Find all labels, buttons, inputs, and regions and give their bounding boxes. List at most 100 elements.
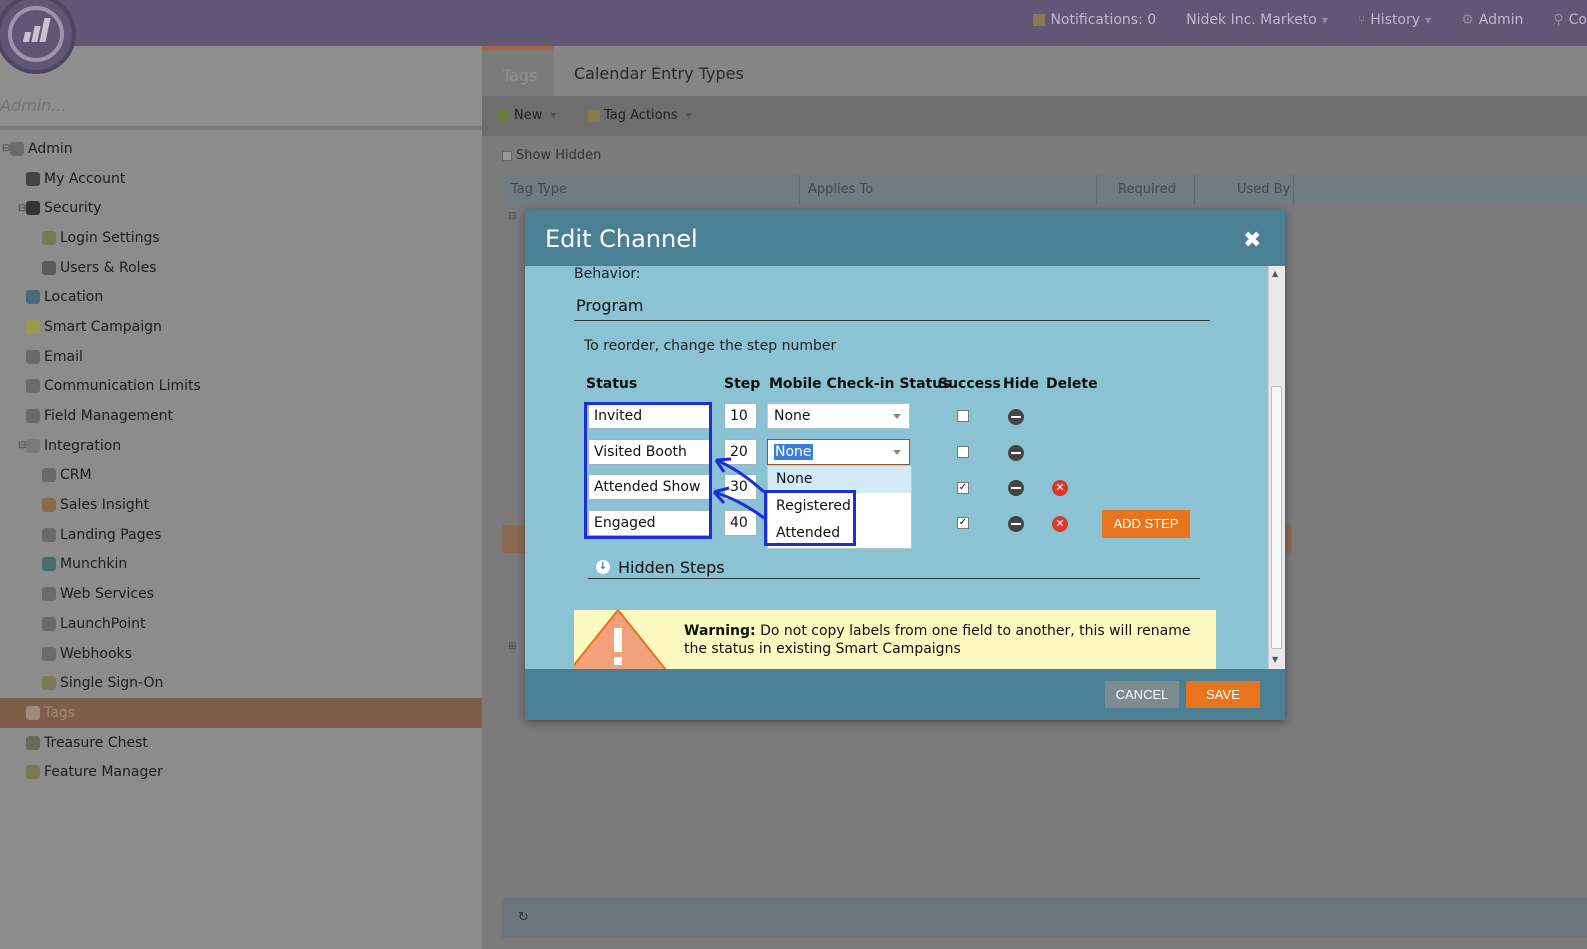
col-tag-type[interactable]: Tag Type [511, 182, 567, 197]
notifications-link[interactable]: Notifications: 0 [1033, 12, 1156, 28]
step-field[interactable]: 10 [724, 403, 757, 429]
scroll-up-icon[interactable]: ▲ [1272, 269, 1278, 278]
tree-item[interactable]: Webhooks [0, 639, 482, 669]
collapse-icon[interactable]: ⊟ [18, 440, 28, 451]
mobile-checkin-select-open[interactable]: None [767, 439, 910, 465]
chest-icon [26, 735, 40, 750]
dialog-title: Edit Channel [545, 225, 698, 253]
tree-item[interactable]: Users & Roles [0, 253, 482, 283]
tree-item[interactable]: Web Services [0, 579, 482, 609]
expand-icon[interactable]: ⊞ [508, 641, 516, 652]
tree-item-label: Admin [28, 140, 73, 157]
tree-item[interactable]: Sales Insight [0, 490, 482, 520]
warning-banner: Warning: Do not copy labels from one fie… [574, 610, 1216, 669]
collapse-icon[interactable]: ⊟ [18, 203, 28, 214]
success-checkbox[interactable] [957, 410, 969, 422]
header-mobile-checkin: Mobile Check-in Status [769, 376, 951, 392]
hide-icon[interactable] [1008, 409, 1024, 425]
close-icon[interactable]: ✖ [1243, 228, 1261, 253]
tree-item[interactable]: Location [0, 282, 482, 312]
munchkin-icon [42, 557, 56, 572]
save-button[interactable]: SAVE [1186, 681, 1260, 708]
cloud-icon [26, 438, 40, 453]
hide-icon[interactable] [1008, 480, 1024, 496]
warning-bold: Warning: [684, 623, 756, 639]
tree-item[interactable]: LaunchPoint [0, 609, 482, 639]
person-icon [26, 171, 40, 186]
chevron-down-icon: ▼ [685, 111, 692, 120]
program-section-title: Program [574, 296, 1210, 321]
tree-item[interactable]: ⊟ Security [0, 193, 482, 223]
wand-icon [26, 765, 40, 780]
step-field[interactable]: 20 [724, 439, 757, 465]
tree-item[interactable]: ⊟ Admin [0, 134, 482, 164]
new-menu-button[interactable]: New ▼ [498, 108, 557, 123]
tree-item[interactable]: Munchkin [0, 550, 482, 580]
hidden-steps-toggle[interactable]: ↓ Hidden Steps [588, 556, 1200, 579]
admin-search [0, 46, 482, 130]
delete-icon[interactable]: ✕ [1052, 480, 1068, 496]
tree-item[interactable]: Feature Manager [0, 757, 482, 787]
tree-item[interactable]: Treasure Chest [0, 728, 482, 758]
show-hidden-checkbox[interactable] [502, 150, 512, 161]
dialog-scrollbar[interactable]: ▲ ▼ [1268, 266, 1285, 669]
tree-item[interactable]: Tags [0, 698, 482, 728]
tree-item[interactable]: Landing Pages [0, 520, 482, 550]
step-field[interactable]: 30 [724, 474, 757, 500]
tab-calendar-entry-types[interactable]: Calendar Entry Types [574, 64, 744, 83]
tab-tags[interactable]: Tags [482, 46, 554, 96]
tree-item[interactable]: Email [0, 342, 482, 372]
new-icon [498, 109, 510, 122]
building-icon [42, 468, 56, 483]
tree-item-label: Landing Pages [60, 526, 162, 543]
tag-actions-menu-button[interactable]: Tag Actions ▼ [588, 108, 692, 123]
community-link[interactable]: ⚲ Co [1553, 12, 1587, 28]
workspace-menu[interactable]: Nidek Inc. Marketo ▼ [1186, 12, 1328, 28]
tree-item-label: Treasure Chest [44, 734, 148, 751]
tree-item[interactable]: Single Sign-On [0, 668, 482, 698]
success-checkbox-checked[interactable]: ✓ [957, 482, 969, 494]
select-value: None [774, 408, 811, 424]
scroll-thumb[interactable] [1271, 386, 1282, 649]
history-menu[interactable]: ⑂ History ▼ [1358, 12, 1431, 28]
hide-icon[interactable] [1008, 445, 1024, 461]
delete-icon[interactable]: ✕ [1052, 516, 1068, 532]
success-checkbox-checked[interactable]: ✓ [957, 517, 969, 529]
tree-item[interactable]: My Account [0, 164, 482, 194]
add-step-button[interactable]: ADD STEP [1102, 510, 1190, 538]
tree-item-label: Tags [44, 704, 75, 721]
admin-search-input[interactable] [0, 96, 300, 115]
tree-item[interactable]: ⊟ Integration [0, 431, 482, 461]
tag-actions-label: Tag Actions [604, 108, 678, 123]
tree-item-label: Integration [44, 437, 122, 454]
tree-item-label: Munchkin [60, 556, 128, 573]
step-field[interactable]: 40 [724, 510, 757, 536]
admin-tree-panel: ⊟ Admin My Account ⊟ Security Login Settings U… [0, 46, 482, 949]
admin-gear-icon: ⚙ [1461, 12, 1474, 28]
cancel-button[interactable]: CANCEL [1105, 681, 1179, 708]
col-required[interactable]: Required [1118, 182, 1176, 197]
expand-icon[interactable]: ⊟ [508, 211, 516, 222]
col-applies-to[interactable]: Applies To [808, 182, 873, 197]
warning-text: Warning: Do not copy labels from one fie… [684, 622, 1204, 658]
tree-item[interactable]: Login Settings [0, 223, 482, 253]
success-checkbox[interactable] [957, 446, 969, 458]
scroll-down-icon[interactable]: ▼ [1272, 655, 1278, 664]
chevron-down-icon: ▼ [1321, 15, 1329, 25]
tree-item[interactable]: Field Management [0, 401, 482, 431]
col-used-by[interactable]: Used By [1237, 182, 1290, 197]
mobile-checkin-select[interactable]: None [767, 403, 910, 429]
webservices-icon [42, 587, 56, 602]
annotation-options-box [764, 490, 856, 546]
tree-item[interactable]: Smart Campaign [0, 312, 482, 342]
hide-icon[interactable] [1008, 516, 1024, 532]
collapse-icon[interactable]: ⊟ [2, 143, 12, 154]
show-hidden-toggle[interactable]: Show Hidden [502, 148, 601, 163]
tree-item[interactable]: Communication Limits [0, 372, 482, 402]
tree-item[interactable]: CRM [0, 461, 482, 491]
refresh-icon[interactable]: ↻ [518, 910, 529, 925]
grid-header: Tag Type Applies To Required Used By [502, 175, 1587, 205]
tree-item-label: Login Settings [60, 229, 160, 246]
dropdown-option-none[interactable]: None [768, 466, 911, 493]
admin-link[interactable]: ⚙ Admin [1461, 12, 1523, 28]
